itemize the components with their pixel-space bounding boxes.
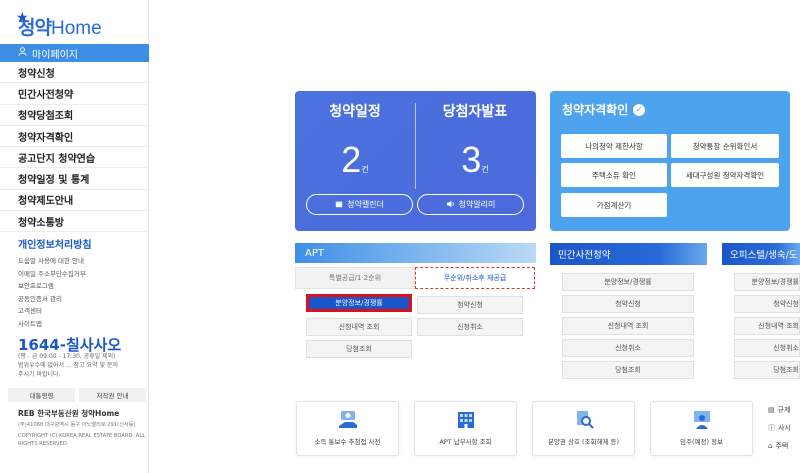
person-icon xyxy=(18,47,27,59)
schedule-column[interactable]: 청약일정 2건 xyxy=(295,101,415,181)
qual-button[interactable]: 청약통장 순위확인서 xyxy=(671,134,779,158)
private-button[interactable]: 분양정보/경쟁률 xyxy=(562,273,694,291)
sub-link[interactable]: 이메일 주소무단수집거부 xyxy=(18,268,143,281)
home-icon: ⌂ xyxy=(768,442,773,450)
qualification-title: 청약자격확인 ✓ xyxy=(562,101,646,118)
apt-panel: APT 특별공급/1·2순위 무순위/취소후 재공급 분양정보/경쟁률 청약신청… xyxy=(295,243,536,368)
officetel-panel: 오피스텔/생숙/도 분양정보/경쟁률 청약신청 신청내역 조회 신청취소 당첨조… xyxy=(722,243,800,383)
tab-special-supply[interactable]: 특별공급/1·2순위 xyxy=(295,267,415,289)
doc-icon: ▤ xyxy=(768,406,775,414)
officetel-button[interactable]: 신청내역 조회 xyxy=(734,317,800,335)
apt-button-apply[interactable]: 청약신청 xyxy=(417,296,523,314)
qualification-card: 청약자격확인 ✓ 나의청약 제한사항 청약통장 순위확인서 주택소유 확인 세대… xyxy=(550,91,790,231)
schedule-count: 2건 xyxy=(341,139,369,180)
apt-tabs: 특별공급/1·2순위 무순위/취소후 재공급 xyxy=(295,267,536,289)
speaker-icon xyxy=(446,200,455,210)
icon-card[interactable]: 분양권 상호 (조회해제 등) xyxy=(532,401,635,456)
sub-link[interactable]: 공동인증서 관리 xyxy=(18,293,143,306)
calendar-icon xyxy=(335,200,343,210)
calendar-button-label: 청약캘린더 xyxy=(347,200,384,209)
phone-info: (평 - 금 09:00 - 17:30, 공휴일 제외) 범위우수에 없어서 … xyxy=(18,353,118,378)
icon-card-label: 소득 통보수 추첨접 사전 xyxy=(314,438,381,446)
private-header: 민간사전청약 xyxy=(550,243,707,265)
person-board-icon xyxy=(691,408,713,430)
announcement-column[interactable]: 당첨자발표 3건 xyxy=(415,101,535,181)
footer-button[interactable]: 대통령령 xyxy=(8,388,75,402)
sub-link[interactable]: 도움말 사용에 대한 안내 xyxy=(18,255,143,268)
check-icon: ✓ xyxy=(633,103,646,116)
logo-en: Home xyxy=(50,18,102,39)
icon-card[interactable]: 소득 통보수 추첨접 사전 xyxy=(296,401,399,456)
money-hand-icon xyxy=(337,408,359,430)
reb-name: REB 한국부동산원 청약Home xyxy=(18,409,120,418)
announcement-title: 당첨자발표 xyxy=(442,104,508,120)
schedule-title: 청약일정 xyxy=(329,104,381,120)
calendar-button[interactable]: 청약캘린더 xyxy=(306,194,413,215)
sub-links: 개인정보처리방침 도움말 사용에 대한 안내 이메일 주소무단수집거부 보안프로… xyxy=(18,236,143,330)
qual-button[interactable]: 세대구성원 청약자격확인 xyxy=(671,163,779,187)
sidebar-item-apply[interactable]: 청약신청 xyxy=(0,62,149,84)
logo[interactable]: ★ 청약 Home xyxy=(16,10,102,40)
private-panel: 민간사전청약 분양정보/경쟁률 청약신청 신청내역 조회 신청취소 당첨조회 xyxy=(550,243,707,383)
quick-item[interactable]: ▤ 규제 xyxy=(768,401,800,419)
footer-buttons: 대통령령 저작권 안내 xyxy=(8,388,146,402)
tab-unranked-resupply[interactable]: 무순위/취소후 재공급 xyxy=(415,267,535,289)
icon-card[interactable]: 임주(예정) 정보 xyxy=(650,401,753,456)
apt-button-winning[interactable]: 당첨조회 xyxy=(306,340,412,358)
apt-button-info[interactable]: 분양정보/경쟁률 xyxy=(306,294,412,312)
sub-link[interactable]: 고객센터 xyxy=(18,305,143,318)
quick-item[interactable]: ⌂ 주택 xyxy=(768,437,800,455)
sidebar-item-private-pre[interactable]: 민간사전청약 xyxy=(0,83,149,105)
private-button[interactable]: 신청취소 xyxy=(562,339,694,357)
sidebar-item-practice[interactable]: 공고단지 청약연습 xyxy=(0,147,149,169)
private-button[interactable]: 신청내역 조회 xyxy=(562,317,694,335)
private-button[interactable]: 청약신청 xyxy=(562,295,694,313)
quick-item[interactable]: ⓘ 사시 xyxy=(768,419,800,437)
officetel-header: 오피스텔/생숙/도 xyxy=(722,243,800,265)
right-quick-list: ▤ 규제 ⓘ 사시 ⌂ 주택 xyxy=(768,401,800,455)
icon-card-label: 임주(예정) 정보 xyxy=(679,438,724,446)
private-button[interactable]: 당첨조회 xyxy=(562,361,694,379)
apt-header: APT xyxy=(295,243,536,263)
officetel-button[interactable]: 신청취소 xyxy=(734,339,800,357)
qual-button[interactable]: 주택소유 확인 xyxy=(561,163,667,187)
sub-link[interactable]: 보안프로그램 xyxy=(18,280,143,293)
mypage-link[interactable]: 마이페이지 xyxy=(0,44,149,62)
apt-button-history[interactable]: 신청내역 조회 xyxy=(306,318,412,336)
footer-button[interactable]: 저작권 안내 xyxy=(79,388,146,402)
reb-address: (주)41068 대구광역시 동구 이노밸리로 291(신서동) xyxy=(18,422,136,428)
sidebar-item-community[interactable]: 청약소통방 xyxy=(0,211,149,233)
icon-card-label: 분양권 상호 (조회해제 등) xyxy=(547,438,620,446)
sidebar-item-system-guide[interactable]: 청약제도안내 xyxy=(0,190,149,212)
sidebar-item-schedule-stats[interactable]: 청약일정 및 통계 xyxy=(0,168,149,190)
sidebar-menu: 청약신청 민간사전청약 청약당첨조회 청약자격확인 공고단지 청약연습 청약일정… xyxy=(0,62,149,233)
info-icon: ⓘ xyxy=(768,424,775,432)
icon-card-label: APT 납부사항 조회 xyxy=(439,438,492,446)
schedule-card: 청약일정 2건 당첨자발표 3건 청약캘린더 청약알리미 xyxy=(295,91,536,231)
announcement-count: 3건 xyxy=(461,139,489,180)
qual-button[interactable]: 가점계산기 xyxy=(561,193,667,217)
sidebar: ★ 청약 Home 마이페이지 청약신청 민간사전청약 청약당첨조회 청약자격확… xyxy=(0,0,149,473)
officetel-button[interactable]: 당첨조회 xyxy=(734,361,800,379)
sub-link[interactable]: 사이트맵 xyxy=(18,318,143,331)
qual-button[interactable]: 나의청약 제한사항 xyxy=(561,134,667,158)
page: ★ 청약 Home 마이페이지 청약신청 민간사전청약 청약당첨조회 청약자격확… xyxy=(0,0,800,473)
search-doc-icon xyxy=(573,408,595,430)
reb-copyright: COPYRIGHT (C) KOREA REAL ESTATE BOARD. A… xyxy=(18,432,146,448)
officetel-button[interactable]: 청약신청 xyxy=(734,295,800,313)
officetel-button[interactable]: 분양정보/경쟁률 xyxy=(734,273,800,291)
mypage-label: 마이페이지 xyxy=(32,49,78,61)
icon-card[interactable]: APT 납부사항 조회 xyxy=(414,401,517,456)
sidebar-item-winning[interactable]: 청약당첨조회 xyxy=(0,105,149,126)
sidebar-item-eligibility[interactable]: 청약자격확인 xyxy=(0,126,149,148)
alarm-button-label: 청약알리미 xyxy=(458,200,496,209)
apt-button-cancel[interactable]: 신청취소 xyxy=(417,318,523,336)
building-icon xyxy=(455,408,477,430)
alarm-button[interactable]: 청약알리미 xyxy=(417,194,524,215)
privacy-policy-link[interactable]: 개인정보처리방침 xyxy=(18,236,143,251)
reb-info: REB 한국부동산원 청약Home (주)41068 대구광역시 동구 이노밸리… xyxy=(18,408,146,449)
star-icon: ★ xyxy=(16,10,29,26)
